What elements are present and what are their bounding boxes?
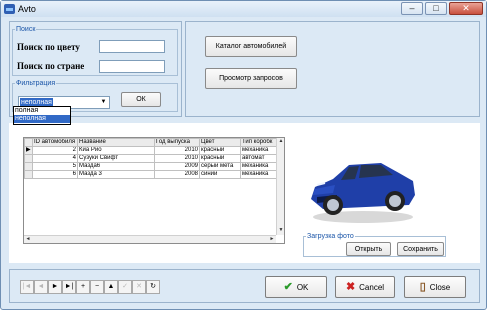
- door-icon: ▯: [419, 280, 426, 293]
- column-header-id[interactable]: ID автомобиля: [32, 138, 78, 147]
- cell-id[interactable]: 5: [32, 162, 78, 171]
- photo-upload-label: Загрузка фото: [307, 233, 354, 240]
- actions-panel: Каталог автомобилей Просмотр запросов: [185, 21, 480, 117]
- nav-next-icon[interactable]: ►: [48, 280, 62, 294]
- row-indicator: [24, 170, 33, 179]
- checkmark-icon: ✔: [283, 280, 293, 293]
- cell-id[interactable]: 4: [32, 154, 78, 163]
- column-header-year[interactable]: Год выпуска: [154, 138, 200, 147]
- close-button[interactable]: ▯ Close: [404, 276, 466, 298]
- table-header-row: ID автомобиля Название Год выпуска Цвет …: [24, 138, 277, 147]
- row-indicator-header: [24, 138, 33, 147]
- queries-button[interactable]: Просмотр запросов: [205, 68, 297, 89]
- search-group-label: Поиск: [16, 26, 36, 33]
- filter-ok-button[interactable]: ОК: [121, 92, 161, 107]
- grid-horizontal-scrollbar[interactable]: ◄ ►: [24, 235, 276, 243]
- cell-gearbox[interactable]: механика: [240, 146, 277, 155]
- nav-cancel-icon[interactable]: ✕: [132, 280, 146, 294]
- cell-name[interactable]: Сузуки Свифт: [77, 154, 155, 163]
- search-by-color-input[interactable]: [99, 40, 165, 53]
- nav-refresh-icon[interactable]: ↻: [146, 280, 160, 294]
- car-photo: [303, 135, 421, 231]
- close-button-label: Close: [429, 282, 451, 292]
- current-row-indicator-icon: ▶: [24, 146, 33, 155]
- column-header-gearbox[interactable]: Тип коробк: [240, 138, 277, 147]
- minimize-button[interactable]: –: [401, 2, 423, 15]
- main-window: Avto – □ ✕ Поиск Поиск по цвету Поиск по…: [0, 0, 487, 310]
- db-navigator: |◄ ◄ ► ►| + − ▲ ✓ ✕ ↻: [20, 280, 160, 294]
- nav-delete-icon[interactable]: −: [90, 280, 104, 294]
- nav-edit-icon[interactable]: ▲: [104, 280, 118, 294]
- cancel-x-icon: ✖: [345, 280, 356, 293]
- close-window-button[interactable]: ✕: [449, 2, 483, 15]
- column-header-name[interactable]: Название: [77, 138, 155, 147]
- cell-id[interactable]: 6: [32, 170, 78, 179]
- nav-prior-icon[interactable]: ◄: [34, 280, 48, 294]
- open-photo-button[interactable]: Открыть: [346, 242, 391, 256]
- filter-option-partial[interactable]: неполная: [14, 115, 70, 123]
- app-icon: [4, 4, 15, 14]
- nav-first-icon[interactable]: |◄: [20, 280, 34, 294]
- table-row[interactable]: 6 Мазда 3 2008 синий механика: [24, 170, 277, 179]
- cell-id[interactable]: 2: [32, 146, 78, 155]
- cancel-button-label: Cancel: [359, 282, 385, 292]
- cell-year[interactable]: 2009: [154, 162, 200, 171]
- cell-color[interactable]: красный: [199, 146, 241, 155]
- cell-gearbox[interactable]: механика: [240, 170, 277, 179]
- cell-year[interactable]: 2010: [154, 154, 200, 163]
- maximize-button[interactable]: □: [425, 2, 447, 15]
- column-header-color[interactable]: Цвет: [199, 138, 241, 147]
- save-photo-button[interactable]: Сохранить: [397, 242, 444, 256]
- car-image: [311, 163, 415, 223]
- cell-color[interactable]: серый мета: [199, 162, 241, 171]
- row-indicator: [24, 162, 33, 171]
- data-panel: ID автомобиля Название Год выпуска Цвет …: [9, 123, 480, 263]
- filter-option-full[interactable]: полная: [14, 107, 70, 115]
- cancel-button[interactable]: ✖ Cancel: [335, 276, 395, 298]
- cell-name[interactable]: Киа Рио: [77, 146, 155, 155]
- cell-gearbox[interactable]: автомат: [240, 154, 277, 163]
- filter-dropdown-list: полная неполная: [13, 106, 71, 125]
- nav-post-icon[interactable]: ✓: [118, 280, 132, 294]
- table-row[interactable]: 5 Мазда6 2009 серый мета механика: [24, 162, 277, 171]
- cell-year[interactable]: 2008: [154, 170, 200, 179]
- row-indicator: [24, 154, 33, 163]
- table-row[interactable]: 4 Сузуки Свифт 2010 красный автомат: [24, 154, 277, 163]
- ok-button[interactable]: ✔ OK: [265, 276, 327, 298]
- cell-color[interactable]: красный: [199, 154, 241, 163]
- ok-button-label: OK: [296, 282, 309, 292]
- title-bar[interactable]: Avto – □ ✕: [1, 1, 486, 17]
- scroll-down-icon[interactable]: ▼: [277, 227, 284, 235]
- cell-year[interactable]: 2010: [154, 146, 200, 155]
- nav-last-icon[interactable]: ►|: [62, 280, 76, 294]
- cell-color[interactable]: синий: [199, 170, 241, 179]
- chevron-down-icon[interactable]: ▼: [98, 97, 109, 108]
- cars-grid[interactable]: ID автомобиля Название Год выпуска Цвет …: [23, 137, 285, 244]
- catalog-button[interactable]: Каталог автомобилей: [205, 36, 297, 57]
- search-by-color-label: Поиск по цвету: [17, 42, 80, 52]
- scroll-right-icon[interactable]: ►: [268, 236, 276, 243]
- search-by-country-input[interactable]: [99, 60, 165, 73]
- nav-insert-icon[interactable]: +: [76, 280, 90, 294]
- search-panel: Поиск Поиск по цвету Поиск по стране Фил…: [9, 21, 182, 117]
- scroll-left-icon[interactable]: ◄: [24, 236, 32, 243]
- cell-name[interactable]: Мазда6: [77, 162, 155, 171]
- filter-group-label: Фильтрация: [16, 80, 56, 87]
- scroll-up-icon[interactable]: ▲: [277, 138, 284, 146]
- bottom-panel: |◄ ◄ ► ►| + − ▲ ✓ ✕ ↻ ✔ OK ✖ Cancel ▯ Cl…: [9, 269, 480, 303]
- cell-name[interactable]: Мазда 3: [77, 170, 155, 179]
- client-area: Поиск Поиск по цвету Поиск по стране Фил…: [5, 19, 483, 305]
- search-by-country-label: Поиск по стране: [17, 61, 85, 71]
- grid-vertical-scrollbar[interactable]: ▲ ▼: [276, 138, 284, 235]
- cars-table: ID автомобиля Название Год выпуска Цвет …: [24, 138, 277, 179]
- cell-gearbox[interactable]: механика: [240, 162, 277, 171]
- window-title: Avto: [18, 4, 36, 14]
- table-row[interactable]: ▶ 2 Киа Рио 2010 красный механика: [24, 146, 277, 155]
